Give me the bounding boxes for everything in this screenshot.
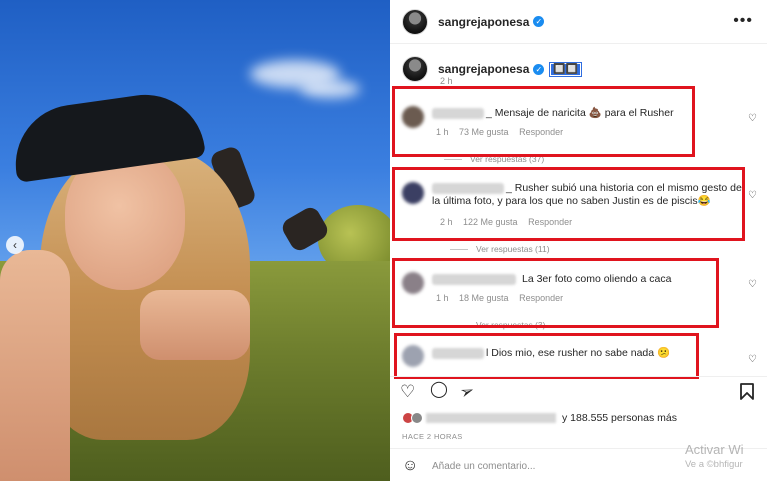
comment-icon[interactable]: ◯ — [430, 382, 448, 398]
shoulder — [140, 290, 250, 360]
post-time: HACE 2 HORAS — [402, 432, 463, 441]
cloud — [300, 80, 360, 98]
caption-username[interactable]: sangrejaponesa — [438, 62, 529, 76]
caption-emoji: 🔲🔲 — [549, 61, 583, 77]
likes-summary[interactable]: y 188.555 personas más — [402, 412, 677, 425]
like-comment-icon[interactable]: ♡ — [748, 279, 757, 290]
likes-count[interactable]: y 188.555 personas más — [562, 412, 677, 424]
avatar[interactable] — [402, 8, 428, 35]
arm — [0, 250, 70, 481]
post-actions: ♡ ◯ ➢ — [390, 376, 767, 406]
highlight-box — [394, 333, 699, 379]
comment-input[interactable]: Añade un comentario... — [432, 461, 535, 472]
caption: sangrejaponesa ✓ 🔲🔲 — [402, 56, 583, 82]
watermark: Activar Wi Ve a ©bhfigur — [685, 442, 744, 470]
share-icon[interactable]: ➢ — [457, 380, 477, 403]
highlight-box — [392, 258, 719, 328]
view-replies[interactable]: Ver respuestas (11) — [450, 244, 550, 254]
watermark-line1: Activar Wi — [685, 442, 744, 457]
caption-avatar[interactable] — [402, 56, 428, 82]
like-comment-icon[interactable]: ♡ — [748, 113, 757, 124]
watermark-line2: Ve a ©bhfigur — [685, 459, 743, 470]
verified-icon: ✓ — [533, 63, 545, 75]
verified-icon: ✓ — [533, 16, 545, 27]
like-comment-icon[interactable]: ♡ — [748, 190, 757, 201]
post-panel: sangrejaponesa ✓ ••• sangrejaponesa ✓ 🔲🔲… — [390, 0, 767, 481]
more-horizontal-icon[interactable]: ••• — [733, 12, 753, 30]
emoji-icon[interactable]: ☺ — [402, 457, 418, 475]
post-photo[interactable]: ‹ — [0, 0, 390, 481]
liker-avatar — [411, 412, 423, 425]
highlight-box — [392, 86, 695, 157]
like-icon[interactable]: ♡ — [400, 383, 415, 400]
carousel-prev-icon[interactable]: ‹ — [6, 236, 24, 254]
view-replies-label: Ver respuestas (11) — [476, 244, 550, 254]
like-comment-icon[interactable]: ♡ — [748, 354, 757, 365]
bookmark-icon[interactable] — [740, 383, 754, 400]
username[interactable]: sangrejaponesa — [438, 15, 529, 29]
caption-time: 2 h — [440, 76, 453, 86]
liker-name-blurred — [426, 413, 556, 424]
post-header: sangrejaponesa ✓ ••• — [390, 0, 767, 44]
highlight-box — [392, 167, 745, 241]
